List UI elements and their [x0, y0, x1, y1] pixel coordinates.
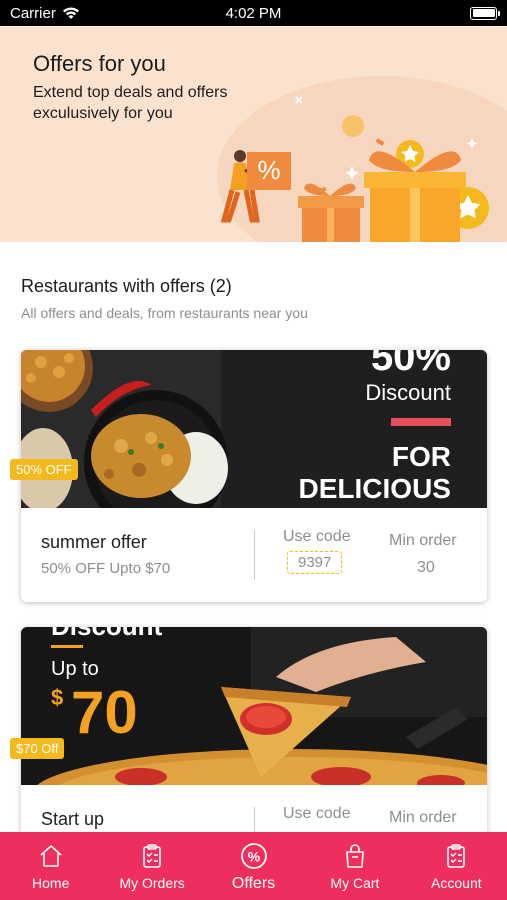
gift-illustration: %: [220, 96, 489, 242]
tab-account-label: Account: [431, 875, 482, 891]
tab-offers-label: Offers: [231, 875, 276, 892]
tab-my-orders[interactable]: My Orders: [101, 832, 202, 900]
tab-home-label: Home: [32, 875, 70, 891]
banner-discount-text: Discount: [51, 627, 163, 641]
tab-account[interactable]: Account: [406, 832, 507, 900]
tab-my-cart[interactable]: My Cart: [304, 832, 405, 900]
banner-delicious-text: DELICIOUS: [299, 473, 451, 504]
home-icon: [40, 845, 62, 867]
battery-icon: [470, 6, 500, 20]
banner-percent-text: 50%: [371, 350, 451, 379]
svg-text:%: %: [257, 155, 280, 185]
tab-offers[interactable]: % Offers: [203, 832, 304, 900]
offer-name: Start up: [41, 809, 105, 829]
hero-title: Offers for you: [33, 51, 166, 76]
offer-banner-image: 50% Discount FOR DELICIOUS: [21, 350, 487, 508]
offer-banner-image: Discount Up to $ 70: [21, 627, 487, 785]
divider: [254, 530, 255, 580]
section-title: Restaurants with offers (2): [21, 276, 232, 296]
offer-description: 50% OFF Upto $70: [41, 560, 171, 577]
bottom-tab-bar: Home My Orders % Offers My Cart Account: [0, 832, 507, 900]
banner-amount-text: 70: [71, 679, 138, 746]
status-bar: Carrier 4:02 PM: [0, 0, 507, 26]
use-code-label: Use code: [283, 528, 351, 545]
banner-dollar-text: $: [51, 685, 63, 710]
banner-discount-text: Discount: [365, 380, 451, 405]
section-subtitle: All offers and deals, from restaurants n…: [21, 305, 308, 321]
svg-text:%: %: [247, 849, 260, 865]
orders-icon: [143, 844, 161, 868]
tab-my-orders-label: My Orders: [119, 875, 185, 891]
status-time: 4:02 PM: [225, 4, 282, 22]
account-icon: [447, 844, 466, 868]
promo-code[interactable]: 9397: [287, 551, 343, 574]
tab-my-cart-label: My Cart: [330, 875, 380, 891]
min-order-label: Min order: [389, 809, 457, 826]
offer-name: summer offer: [41, 532, 147, 552]
food-banner-illustration: 50% Discount FOR DELICIOUS: [21, 350, 487, 508]
offer-card[interactable]: 50% Discount FOR DELICIOUS 50% OFF summe…: [10, 350, 487, 602]
tab-home[interactable]: Home: [0, 832, 101, 900]
banner-for-text: FOR: [392, 441, 451, 472]
offer-details: summer offer 50% OFF Upto $70 Use code 9…: [21, 508, 487, 602]
percent-icon: %: [240, 843, 267, 869]
offers-hero: Offers for you Extend top deals and offe…: [0, 26, 507, 242]
discount-badge: 50% OFF: [10, 459, 78, 480]
discount-badge: $70 Off: [10, 738, 65, 759]
use-code-label: Use code: [283, 805, 351, 822]
bag-icon: [346, 844, 364, 868]
banner-upto-text: Up to: [51, 658, 99, 680]
pizza-banner-illustration: Discount Up to $ 70: [21, 627, 487, 785]
min-order-value: 30: [417, 559, 435, 576]
min-order-label: Min order: [389, 532, 457, 549]
